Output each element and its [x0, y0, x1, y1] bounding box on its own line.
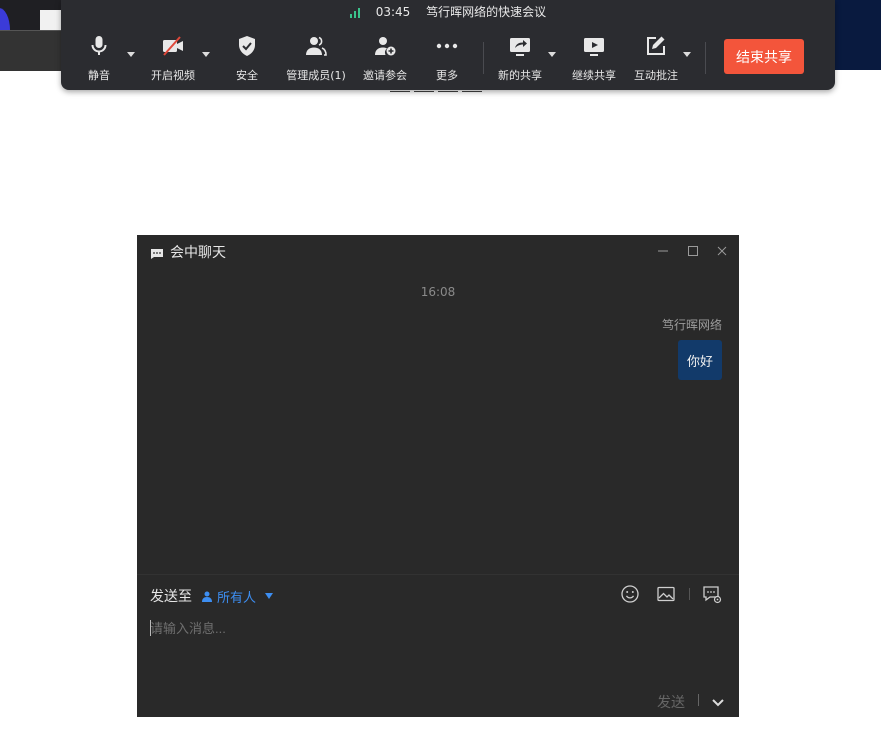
resume-share-label: 继续共享 — [572, 69, 616, 82]
security-button[interactable]: 安全 — [235, 34, 259, 84]
chevron-down-icon — [711, 694, 725, 713]
in-meeting-chat-window: 会中聊天 16:08 笃行晖网络 你好 发送至 所有人 请输入消息... 发送 — [137, 235, 739, 717]
mute-button[interactable]: 静音 — [87, 34, 111, 84]
chat-divider — [137, 574, 739, 575]
minimize-button[interactable] — [656, 243, 670, 257]
toolbar-separator — [705, 42, 706, 74]
send-to-row: 发送至 所有人 — [150, 586, 274, 606]
meeting-timer: 03:45 — [375, 5, 411, 19]
meeting-toolbar: 03:45 笃行晖网络的快速会议 静音 开启视频 安全 管理成员(1) 邀请参会… — [61, 0, 835, 90]
video-label: 开启视频 — [151, 69, 195, 82]
chevron-down-icon — [265, 593, 274, 599]
share-screen-icon — [508, 34, 532, 61]
image-icon — [656, 586, 676, 608]
message-timestamp: 16:08 — [420, 285, 456, 299]
invite-button[interactable]: 邀请参会 — [362, 34, 408, 84]
microphone-icon — [87, 34, 111, 61]
more-label: 更多 — [436, 69, 458, 82]
emoji-icon — [620, 585, 640, 608]
invite-label: 邀请参会 — [363, 69, 407, 82]
message-bubble: 你好 — [678, 340, 722, 380]
more-button[interactable]: 更多 — [435, 34, 459, 84]
chat-bubble-icon — [151, 247, 163, 259]
message-input[interactable] — [150, 618, 725, 678]
more-dots-icon — [435, 34, 459, 61]
new-share-button[interactable]: 新的共享 — [497, 34, 543, 84]
text-cursor — [150, 620, 151, 636]
mute-label: 静音 — [88, 69, 110, 82]
send-separator — [698, 694, 699, 706]
shield-check-icon — [235, 34, 259, 61]
background-graphic — [835, 0, 881, 70]
chat-title: 会中聊天 — [170, 245, 226, 261]
annotate-button[interactable]: 互动批注 — [633, 34, 679, 84]
start-video-button[interactable]: 开启视频 — [150, 34, 196, 84]
background-window-edge — [0, 30, 62, 71]
new-share-options-caret[interactable] — [548, 52, 556, 57]
close-icon — [715, 243, 729, 262]
emoji-button[interactable] — [620, 584, 640, 604]
send-button[interactable]: 发送 — [657, 692, 685, 712]
recipient-selector[interactable]: 所有人 — [202, 587, 274, 606]
background-graphic — [40, 10, 62, 30]
members-icon — [304, 34, 328, 61]
maximize-button[interactable] — [686, 243, 700, 257]
play-screen-icon — [582, 34, 606, 61]
tool-separator — [689, 588, 690, 600]
toolbar-separator — [483, 42, 484, 74]
recipient-label: 所有人 — [217, 590, 257, 606]
chat-settings-button[interactable] — [702, 584, 722, 604]
mute-options-caret[interactable] — [127, 52, 135, 57]
members-label: 管理成员(1) — [286, 69, 346, 82]
signal-bars-icon — [349, 7, 362, 18]
person-icon — [202, 591, 212, 602]
chat-title-bar: 会中聊天 — [151, 243, 226, 261]
annotate-label: 互动批注 — [634, 69, 678, 82]
security-label: 安全 — [236, 69, 258, 82]
resume-share-button[interactable]: 继续共享 — [571, 34, 617, 84]
meeting-title: 笃行晖网络的快速会议 — [426, 5, 547, 19]
camera-off-icon — [161, 34, 185, 61]
send-options-button[interactable] — [711, 694, 725, 707]
meeting-status: 03:45 笃行晖网络的快速会议 — [61, 4, 835, 20]
add-user-icon — [373, 34, 397, 61]
new-share-label: 新的共享 — [498, 69, 542, 82]
message-sender: 笃行晖网络 — [661, 318, 722, 332]
end-share-button[interactable]: 结束共享 — [724, 39, 804, 74]
video-options-caret[interactable] — [202, 52, 210, 57]
minimize-icon — [656, 243, 670, 262]
maximize-icon — [686, 243, 700, 262]
annotate-icon — [644, 34, 668, 61]
send-to-label: 发送至 — [150, 589, 192, 605]
chat-settings-icon — [702, 586, 722, 608]
annotate-options-caret[interactable] — [683, 52, 691, 57]
image-button[interactable] — [656, 584, 676, 604]
close-button[interactable] — [715, 243, 729, 257]
manage-members-button[interactable]: 管理成员(1) — [286, 34, 346, 84]
